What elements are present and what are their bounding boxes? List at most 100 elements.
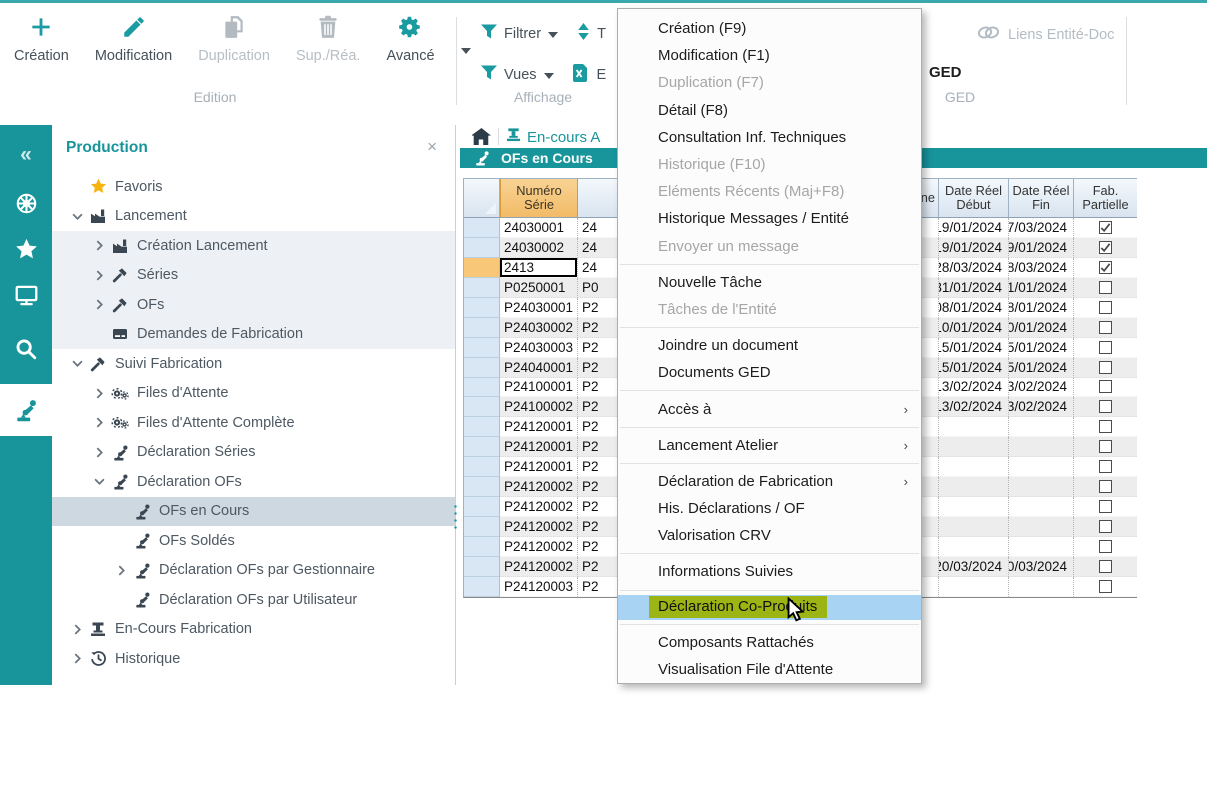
checkbox-checked[interactable] xyxy=(1099,261,1112,274)
sup-r-a--button[interactable]: Sup./Réa. xyxy=(296,11,361,64)
column-header-date-fin[interactable]: Date Réel Fin xyxy=(1009,179,1074,218)
menu-item-visualisation-file-d-attente[interactable]: Visualisation File d'Attente xyxy=(618,656,921,683)
sidebar-item-d-claration-ofs-par-utilisateur[interactable]: Déclaration OFs par Utilisateur xyxy=(52,585,455,615)
menu-item-cr-ation-f9-[interactable]: Création (F9) xyxy=(618,15,921,42)
vues-button[interactable]: VuesE xyxy=(481,64,606,86)
chevron-right-icon[interactable] xyxy=(110,565,132,576)
row-selector-cell[interactable] xyxy=(464,298,500,318)
menu-item-d-claration-co-produits[interactable]: Déclaration Co-Produits xyxy=(618,595,921,620)
liens-entite-doc-button[interactable]: Liens Entité-Doc xyxy=(976,25,1114,45)
row-selector-cell[interactable] xyxy=(464,437,500,457)
chevron-right-icon[interactable] xyxy=(88,299,110,310)
sidebar-close-icon[interactable]: × xyxy=(427,137,437,157)
chevron-right-icon[interactable] xyxy=(88,417,110,428)
row-selector-cell[interactable] xyxy=(464,378,500,398)
row-selector-cell[interactable] xyxy=(464,338,500,358)
checkbox-checked[interactable] xyxy=(1099,221,1112,234)
menu-item-historique-messages-entit-[interactable]: Historique Messages / Entité xyxy=(618,205,921,232)
rail-wheel-icon[interactable] xyxy=(0,186,52,220)
sidebar-item-ofs[interactable]: OFs xyxy=(52,290,455,320)
column-header-numero-serie[interactable]: Numéro Série xyxy=(500,179,578,218)
duplication-button[interactable]: Duplication xyxy=(198,11,270,64)
row-selector-cell[interactable] xyxy=(464,278,500,298)
checkbox-unchecked[interactable] xyxy=(1099,480,1112,493)
checkbox-unchecked[interactable] xyxy=(1099,321,1112,334)
sidebar-item-demandes-de-fabrication[interactable]: Demandes de Fabrication xyxy=(52,320,455,350)
menu-item-lancement-atelier[interactable]: Lancement Atelier› xyxy=(618,432,921,459)
sidebar-item-ofs-en-cours[interactable]: OFs en Cours xyxy=(52,497,455,527)
row-selector-cell[interactable] xyxy=(464,397,500,417)
filtrer-button[interactable]: FiltrerT xyxy=(481,23,606,45)
menu-item-d-claration-de-fabrication[interactable]: Déclaration de Fabrication› xyxy=(618,468,921,495)
chevron-down-icon[interactable] xyxy=(66,213,88,220)
rail-monitor-icon[interactable] xyxy=(0,278,52,312)
checkbox-unchecked[interactable] xyxy=(1099,281,1112,294)
chevron-down-icon[interactable] xyxy=(548,25,558,43)
checkbox-unchecked[interactable] xyxy=(1099,560,1112,573)
row-selector-cell[interactable] xyxy=(464,497,500,517)
sidebar-item-d-claration-ofs-par-gestionnaire[interactable]: Déclaration OFs par Gestionnaire xyxy=(52,556,455,586)
sidebar-item-ofs-sold-s[interactable]: OFs Soldés xyxy=(52,526,455,556)
checkbox-unchecked[interactable] xyxy=(1099,341,1112,354)
menu-item-joindre-un-document[interactable]: Joindre un document xyxy=(618,332,921,359)
menu-item-acc-s-[interactable]: Accès à› xyxy=(618,395,921,422)
row-selector-cell[interactable] xyxy=(464,417,500,437)
avanc--button[interactable]: Avancé xyxy=(386,11,434,64)
sidebar-item-en-cours-fabrication[interactable]: En-Cours Fabrication xyxy=(52,615,455,645)
sidebar-item-d-claration-ofs[interactable]: Déclaration OFs xyxy=(52,467,455,497)
column-header-date-debut[interactable]: Date Réel Début xyxy=(939,179,1009,218)
row-selector-cell[interactable] xyxy=(464,218,500,238)
row-selector-cell[interactable] xyxy=(464,238,500,258)
checkbox-unchecked[interactable] xyxy=(1099,580,1112,593)
checkbox-checked[interactable] xyxy=(1099,241,1112,254)
menu-item-valorisation-crv[interactable]: Valorisation CRV xyxy=(618,522,921,549)
rail-search-icon[interactable] xyxy=(0,332,52,366)
row-selector-cell[interactable] xyxy=(464,537,500,557)
sidebar-item-cr-ation-lancement[interactable]: Création Lancement xyxy=(52,231,455,261)
checkbox-unchecked[interactable] xyxy=(1099,420,1112,433)
sidebar-item-historique[interactable]: Historique xyxy=(52,644,455,674)
row-selector-cell[interactable] xyxy=(464,358,500,378)
chevron-right-icon[interactable] xyxy=(88,270,110,281)
menu-item-composants-rattach-s[interactable]: Composants Rattachés xyxy=(618,629,921,656)
checkbox-unchecked[interactable] xyxy=(1099,540,1112,553)
modification-button[interactable]: Modification xyxy=(95,11,172,64)
sidebar-item-files-d-attente-compl-te[interactable]: Files d'Attente Complète xyxy=(52,408,455,438)
sidebar-item-d-claration-s-ries[interactable]: Déclaration Séries xyxy=(52,438,455,468)
row-selector-cell[interactable] xyxy=(464,258,500,278)
checkbox-unchecked[interactable] xyxy=(1099,500,1112,513)
numero-serie-edit-cell[interactable]: 2413 xyxy=(500,258,578,278)
row-selector-cell[interactable] xyxy=(464,577,500,597)
menu-item-consultation-inf-techniques[interactable]: Consultation Inf. Techniques xyxy=(618,124,921,151)
ged-button-fragment[interactable]: GED xyxy=(929,64,962,81)
menu-item-modification-f1-[interactable]: Modification (F1) xyxy=(618,42,921,69)
menu-item-informations-suivies[interactable]: Informations Suivies xyxy=(618,558,921,585)
menu-item-documents-ged[interactable]: Documents GED xyxy=(618,359,921,386)
checkbox-unchecked[interactable] xyxy=(1099,440,1112,453)
chevron-down-icon[interactable] xyxy=(88,478,110,485)
row-selector-cell[interactable] xyxy=(464,477,500,497)
chevron-down-icon[interactable] xyxy=(66,360,88,367)
sidebar-item-s-ries[interactable]: Séries xyxy=(52,261,455,291)
sidebar-item-lancement[interactable]: Lancement xyxy=(52,202,455,232)
chevron-right-icon[interactable] xyxy=(88,447,110,458)
cr-ation-button[interactable]: Création xyxy=(14,11,69,64)
sidebar-item-suivi-fabrication[interactable]: Suivi Fabrication xyxy=(52,349,455,379)
column-header-fab-partielle[interactable]: Fab. Partielle xyxy=(1074,179,1137,218)
checkbox-unchecked[interactable] xyxy=(1099,380,1112,393)
checkbox-unchecked[interactable] xyxy=(1099,301,1112,314)
row-selector-cell[interactable] xyxy=(464,318,500,338)
checkbox-unchecked[interactable] xyxy=(1099,361,1112,374)
chevron-right-icon[interactable] xyxy=(88,388,110,399)
grid-corner-cell[interactable] xyxy=(464,179,500,218)
rail-collapse-chevrons-icon[interactable]: « xyxy=(0,138,52,172)
checkbox-unchecked[interactable] xyxy=(1099,460,1112,473)
chevron-right-icon[interactable] xyxy=(66,653,88,664)
row-selector-cell[interactable] xyxy=(464,557,500,577)
chevron-right-icon[interactable] xyxy=(66,624,88,635)
home-icon[interactable] xyxy=(472,128,491,150)
chevron-down-icon[interactable] xyxy=(461,41,471,59)
rail-star-icon[interactable] xyxy=(0,232,52,266)
sidebar-item-favoris[interactable]: Favoris xyxy=(52,172,455,202)
rail-robot-arm-icon[interactable] xyxy=(0,384,52,436)
